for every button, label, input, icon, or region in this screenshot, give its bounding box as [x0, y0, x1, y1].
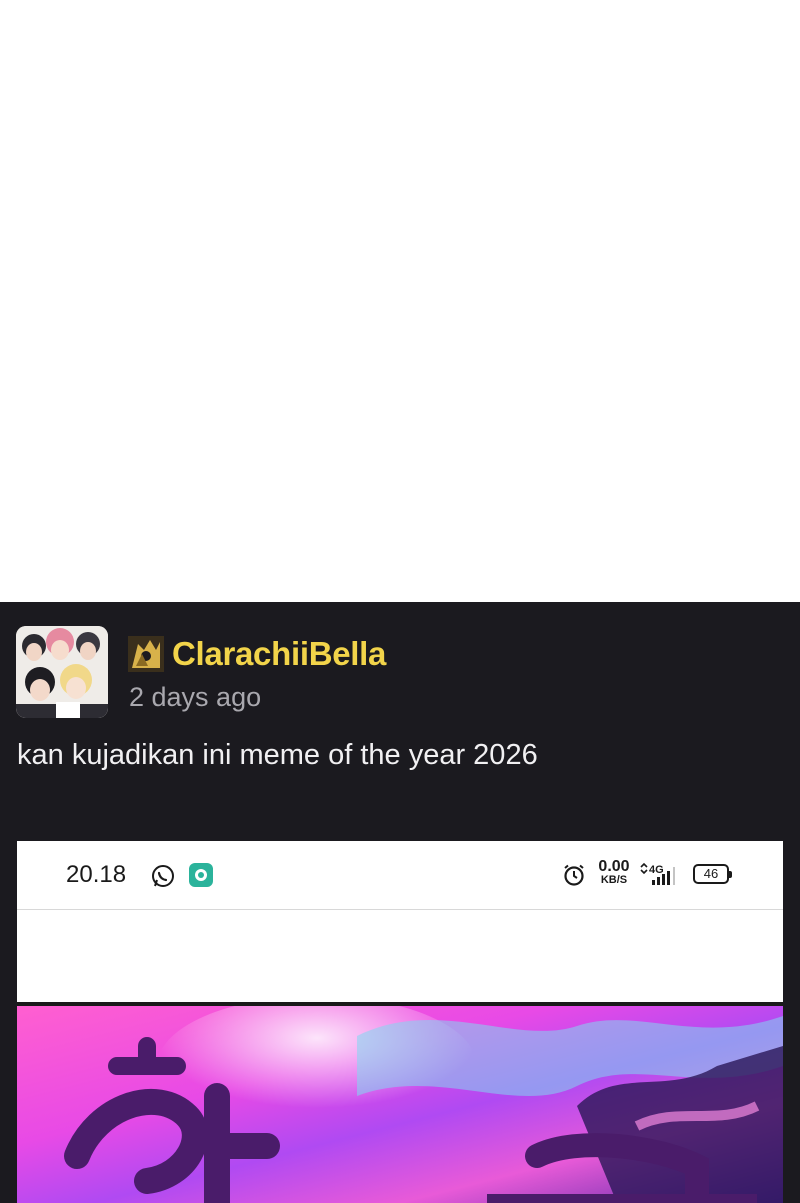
username[interactable]: ClarachiiBella: [172, 635, 386, 673]
user-row: ClarachiiBella: [128, 634, 386, 674]
user-badge-icon: [128, 636, 164, 672]
app-header-blank: [17, 910, 783, 1002]
timestamp: 2 days ago: [129, 682, 262, 712]
network-speed-unit: KB/S: [600, 874, 628, 886]
app-notification-icon: [189, 863, 213, 887]
network-speed-value: 0.00: [598, 858, 630, 875]
network-type: 4G: [649, 864, 664, 876]
user-avatar[interactable]: [16, 626, 108, 718]
network-speed: 0.00 KB/S: [594, 859, 634, 886]
webtoon-panel-image: [17, 1006, 783, 1203]
alarm-icon: [564, 864, 584, 886]
status-time: 20.18: [66, 861, 127, 888]
attached-image[interactable]: 20.18 0.00 KB/S 4G 46: [17, 841, 783, 1203]
signal-icon: 4G: [640, 862, 675, 885]
comment-card: ClarachiiBella 2 days ago kan kujadikan …: [0, 602, 800, 1203]
comment-text: kan kujadikan ini meme of the year 2026: [17, 739, 538, 771]
battery-icon: 46: [693, 864, 732, 884]
whatsapp-icon: [152, 865, 174, 887]
blank-top-area: [0, 0, 800, 602]
status-bar: 20.18 0.00 KB/S 4G 46: [17, 841, 783, 910]
